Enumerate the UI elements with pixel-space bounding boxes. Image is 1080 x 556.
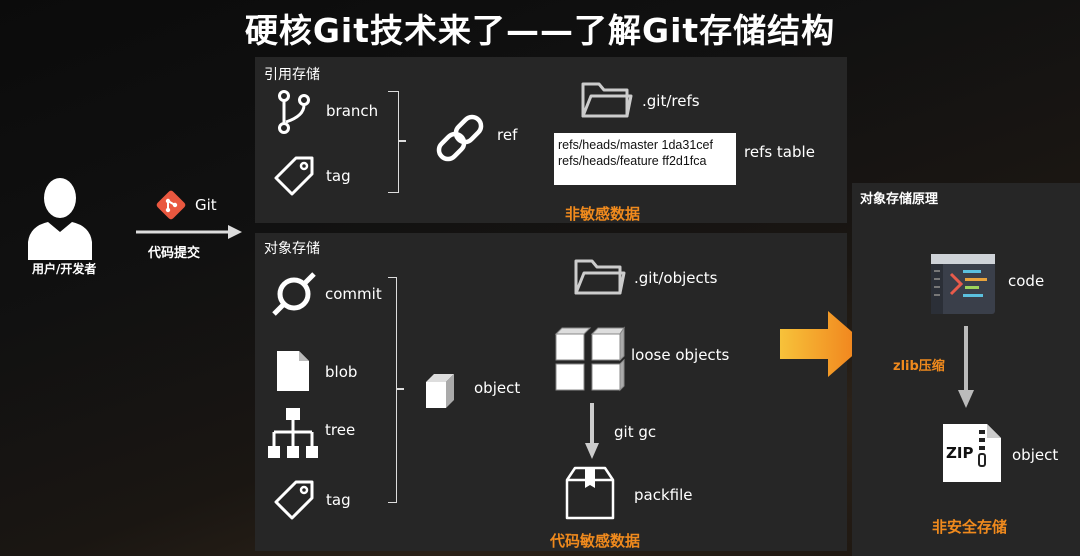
object-label: object [474,379,521,397]
object-sensitivity-label: 代码敏感数据 [550,532,641,550]
commit-arrow-icon [136,224,242,244]
user-icon [28,176,92,264]
branch-label: branch [326,102,379,120]
packfile-label: packfile [634,486,693,504]
refs-folder-label: .git/refs [642,92,700,110]
refs-table-row: refs/heads/master 1da31cef [558,138,713,152]
packfile-box-icon [565,466,615,524]
security-label: 非安全存储 [932,518,1008,536]
ref-storage-panel [255,57,847,223]
folder-icon [573,255,626,301]
commit-arrow-label: 代码提交 [148,246,201,261]
loose-objects-label: loose objects [631,346,730,364]
object-tag-label: tag [326,491,351,509]
zlib-compress-label: zlib压缩 [893,359,945,374]
object-storage-label: 对象存储 [264,241,320,257]
bracket-tick [398,140,406,142]
git-logo-icon [156,190,186,224]
code-editor-icon [931,254,995,318]
commit-icon [270,270,318,322]
tree-icon [268,408,318,464]
ref-bracket [388,91,399,193]
refs-table: refs/heads/master 1da31cef refs/heads/fe… [554,133,736,185]
objects-folder-label: .git/objects [634,269,718,287]
link-icon [432,110,488,170]
ref-storage-label: 引用存储 [264,67,320,83]
gc-arrow-icon [585,403,599,463]
refs-table-label: refs table [744,143,815,161]
cube-icon [420,370,460,414]
branch-icon [276,90,312,138]
page-title: 硬核Git技术来了——了解Git存储结构 [244,11,836,50]
folder-icon [580,78,633,124]
refs-table-row: refs/heads/feature ff2d1fca [558,154,707,168]
zip-text: ZIP [946,444,974,462]
object-bracket [388,277,397,503]
compress-arrow-icon [958,326,974,412]
compressed-object-label: object [1012,446,1059,464]
tag-icon [272,154,316,202]
loose-objects-icon [554,326,626,396]
user-label: 用户/开发者 [32,262,97,276]
tag-label: tag [326,167,351,185]
commit-label: commit [325,285,382,303]
object-principle-label: 对象存储原理 [860,192,939,207]
tag-icon [272,478,316,526]
ref-label: ref [497,126,518,144]
blob-label: blob [325,363,358,381]
git-gc-label: git gc [614,423,657,441]
bracket-tick [396,388,404,390]
ref-sensitivity-label: 非敏感数据 [565,205,641,223]
blob-file-icon [277,351,309,395]
code-label: code [1008,272,1045,290]
tree-label: tree [325,421,356,439]
git-label: Git [195,196,217,214]
